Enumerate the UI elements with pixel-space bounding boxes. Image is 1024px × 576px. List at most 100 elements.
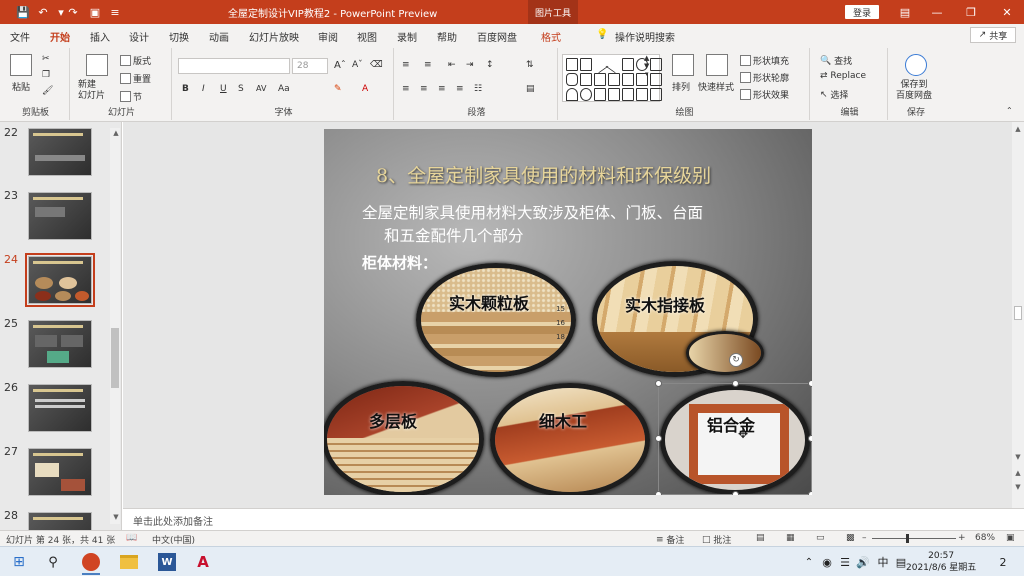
slide-thumbnail[interactable] [28, 448, 92, 496]
align-center-icon[interactable]: ≡ [420, 84, 428, 94]
blockboard-image[interactable]: 细木工 [490, 383, 650, 495]
zoom-level[interactable]: 68% [975, 533, 995, 543]
aluminum-alloy-image[interactable]: 铝合金 [660, 385, 810, 495]
highlight-icon[interactable]: ✎ [334, 84, 342, 94]
reset-button[interactable]: 重置 [120, 72, 151, 85]
ribbon-display-icon[interactable]: ▤ [888, 0, 922, 24]
notification-icon[interactable]: 2 [990, 551, 1016, 573]
shape-effects-button[interactable]: 形状效果 [740, 88, 789, 101]
comments-button[interactable]: □ 批注 [702, 533, 731, 547]
corner-shape-icon[interactable] [594, 73, 606, 86]
grow-font-icon[interactable]: Aˆ [334, 60, 346, 71]
slide-thumbnail[interactable] [28, 384, 92, 432]
freeform-shape-icon[interactable] [608, 88, 620, 101]
share-button[interactable]: ↗ 共享 [970, 27, 1016, 43]
tab-home[interactable]: 开始 [50, 29, 70, 48]
present-icon[interactable]: ▣ [86, 4, 104, 20]
line-shape-icon-2[interactable] [605, 55, 623, 74]
thumbnail-scroll-thumb[interactable] [111, 328, 119, 388]
resize-handle[interactable] [655, 380, 662, 387]
slide-thumbnail[interactable] [28, 192, 92, 240]
thumbnail-scrollbar[interactable]: ▲ ▼ [110, 128, 120, 524]
accessibility-icon[interactable]: 📖 [126, 533, 137, 543]
resize-handle[interactable] [808, 491, 812, 495]
bold-button[interactable]: B [182, 84, 189, 94]
triangle-shape-icon[interactable] [650, 58, 662, 71]
increase-indent-icon[interactable]: ⇥ [466, 60, 474, 70]
format-painter-icon[interactable]: 🖌 [42, 86, 53, 96]
decrease-indent-icon[interactable]: ⇤ [448, 60, 456, 70]
slide-vertical-scrollbar[interactable]: ▲ ▼ ▲ ▼ [1012, 122, 1024, 508]
collapse-ribbon-icon[interactable]: ⌃ [1006, 106, 1013, 115]
font-color-icon[interactable]: A [362, 84, 368, 94]
arrange-button[interactable]: 排列 [672, 80, 690, 93]
login-button[interactable]: 登录 [845, 5, 879, 19]
tab-insert[interactable]: 插入 [90, 29, 110, 44]
slide-body-line[interactable]: 和五金配件几个部分 [384, 224, 524, 246]
resize-handle[interactable] [655, 435, 662, 442]
tab-record[interactable]: 录制 [397, 29, 417, 44]
tab-view[interactable]: 视图 [357, 29, 377, 44]
line-spacing-icon[interactable]: ↕ [486, 60, 494, 70]
resize-handle[interactable] [732, 491, 739, 495]
scroll-down-icon[interactable]: ▼ [110, 512, 122, 522]
tell-me-search[interactable]: 操作说明搜索 [615, 29, 675, 44]
tab-slideshow[interactable]: 幻灯片放映 [249, 29, 299, 44]
paste-icon[interactable] [10, 54, 32, 76]
slide-sorter-icon[interactable]: ▦ [786, 533, 795, 543]
shape-outline-button[interactable]: 形状轮廓 [740, 71, 789, 84]
shrink-font-icon[interactable]: Aˇ [352, 60, 363, 70]
slide-thumbnail[interactable] [28, 320, 92, 368]
right-brace-shape-icon[interactable] [636, 88, 648, 101]
cut-icon[interactable]: ✂ [42, 54, 50, 64]
quick-styles-button[interactable]: 快速样式 [698, 80, 734, 93]
tab-transitions[interactable]: 切换 [169, 29, 189, 44]
notes-placeholder[interactable]: 单击此处添加备注 [133, 513, 213, 528]
notes-button[interactable]: ≡ 备注 [656, 533, 684, 547]
fit-slide-icon[interactable]: ▣ [1006, 533, 1015, 543]
rotate-handle-icon[interactable]: ↻ [729, 353, 743, 367]
next-slide-icon[interactable]: ▼ [1012, 482, 1024, 492]
wave-shape-icon[interactable] [594, 88, 606, 101]
maximize-icon[interactable]: ❐ [954, 0, 988, 24]
zoom-slider[interactable] [872, 534, 956, 543]
arc-shape-icon[interactable] [580, 88, 592, 101]
resize-handle[interactable] [732, 380, 739, 387]
powerpoint-app-icon[interactable] [78, 551, 104, 575]
tab-review[interactable]: 审阅 [318, 29, 338, 44]
file-explorer-icon[interactable] [116, 551, 142, 573]
text-direction-icon[interactable]: ⇅ [526, 60, 534, 70]
autocad-app-icon[interactable]: A [190, 551, 216, 573]
zoom-out-icon[interactable]: – [862, 533, 867, 543]
shape-fill-button[interactable]: 形状填充 [740, 54, 789, 67]
resize-handle[interactable] [655, 491, 662, 495]
scroll-down-icon[interactable]: ▼ [1012, 452, 1024, 462]
baidu-cloud-icon[interactable] [905, 54, 927, 76]
windows-start-icon[interactable]: ⊞ [6, 551, 32, 573]
scroll-up-icon[interactable]: ▲ [1012, 124, 1024, 134]
tab-baidu-cloud[interactable]: 百度网盘 [477, 29, 517, 44]
clock[interactable]: 20:57 2021/8/6 星期五 [906, 550, 976, 574]
scroll-up-icon[interactable]: ▲ [110, 128, 122, 138]
search-icon[interactable]: ⚲ [40, 551, 66, 573]
shadow-button[interactable]: S [238, 84, 244, 94]
arrow-right-shape-icon[interactable] [622, 73, 634, 86]
char-spacing-button[interactable]: AV [256, 84, 266, 93]
resize-handle[interactable] [808, 380, 812, 387]
save-to-cloud-button[interactable]: 保存到 百度网盘 [896, 80, 932, 102]
word-app-icon[interactable]: W [154, 551, 180, 573]
paste-button[interactable]: 粘贴 [12, 80, 30, 93]
zoom-in-icon[interactable]: + [958, 533, 966, 543]
new-slide-icon[interactable] [86, 54, 108, 76]
font-size-field[interactable]: 28 [292, 58, 328, 74]
copy-icon[interactable]: ❐ [42, 70, 50, 80]
bullets-icon[interactable]: ≡ [402, 60, 410, 70]
slide-scroll-thumb[interactable] [1014, 306, 1022, 320]
font-name-field[interactable] [178, 58, 290, 74]
close-icon[interactable]: ✕ [990, 0, 1024, 24]
columns-icon[interactable]: ☷ [474, 84, 482, 94]
change-case-button[interactable]: Aa [278, 84, 290, 94]
find-button[interactable]: 🔍 查找 [820, 54, 852, 68]
tab-help[interactable]: 帮助 [437, 29, 457, 44]
layout-button[interactable]: 版式 [120, 54, 151, 67]
